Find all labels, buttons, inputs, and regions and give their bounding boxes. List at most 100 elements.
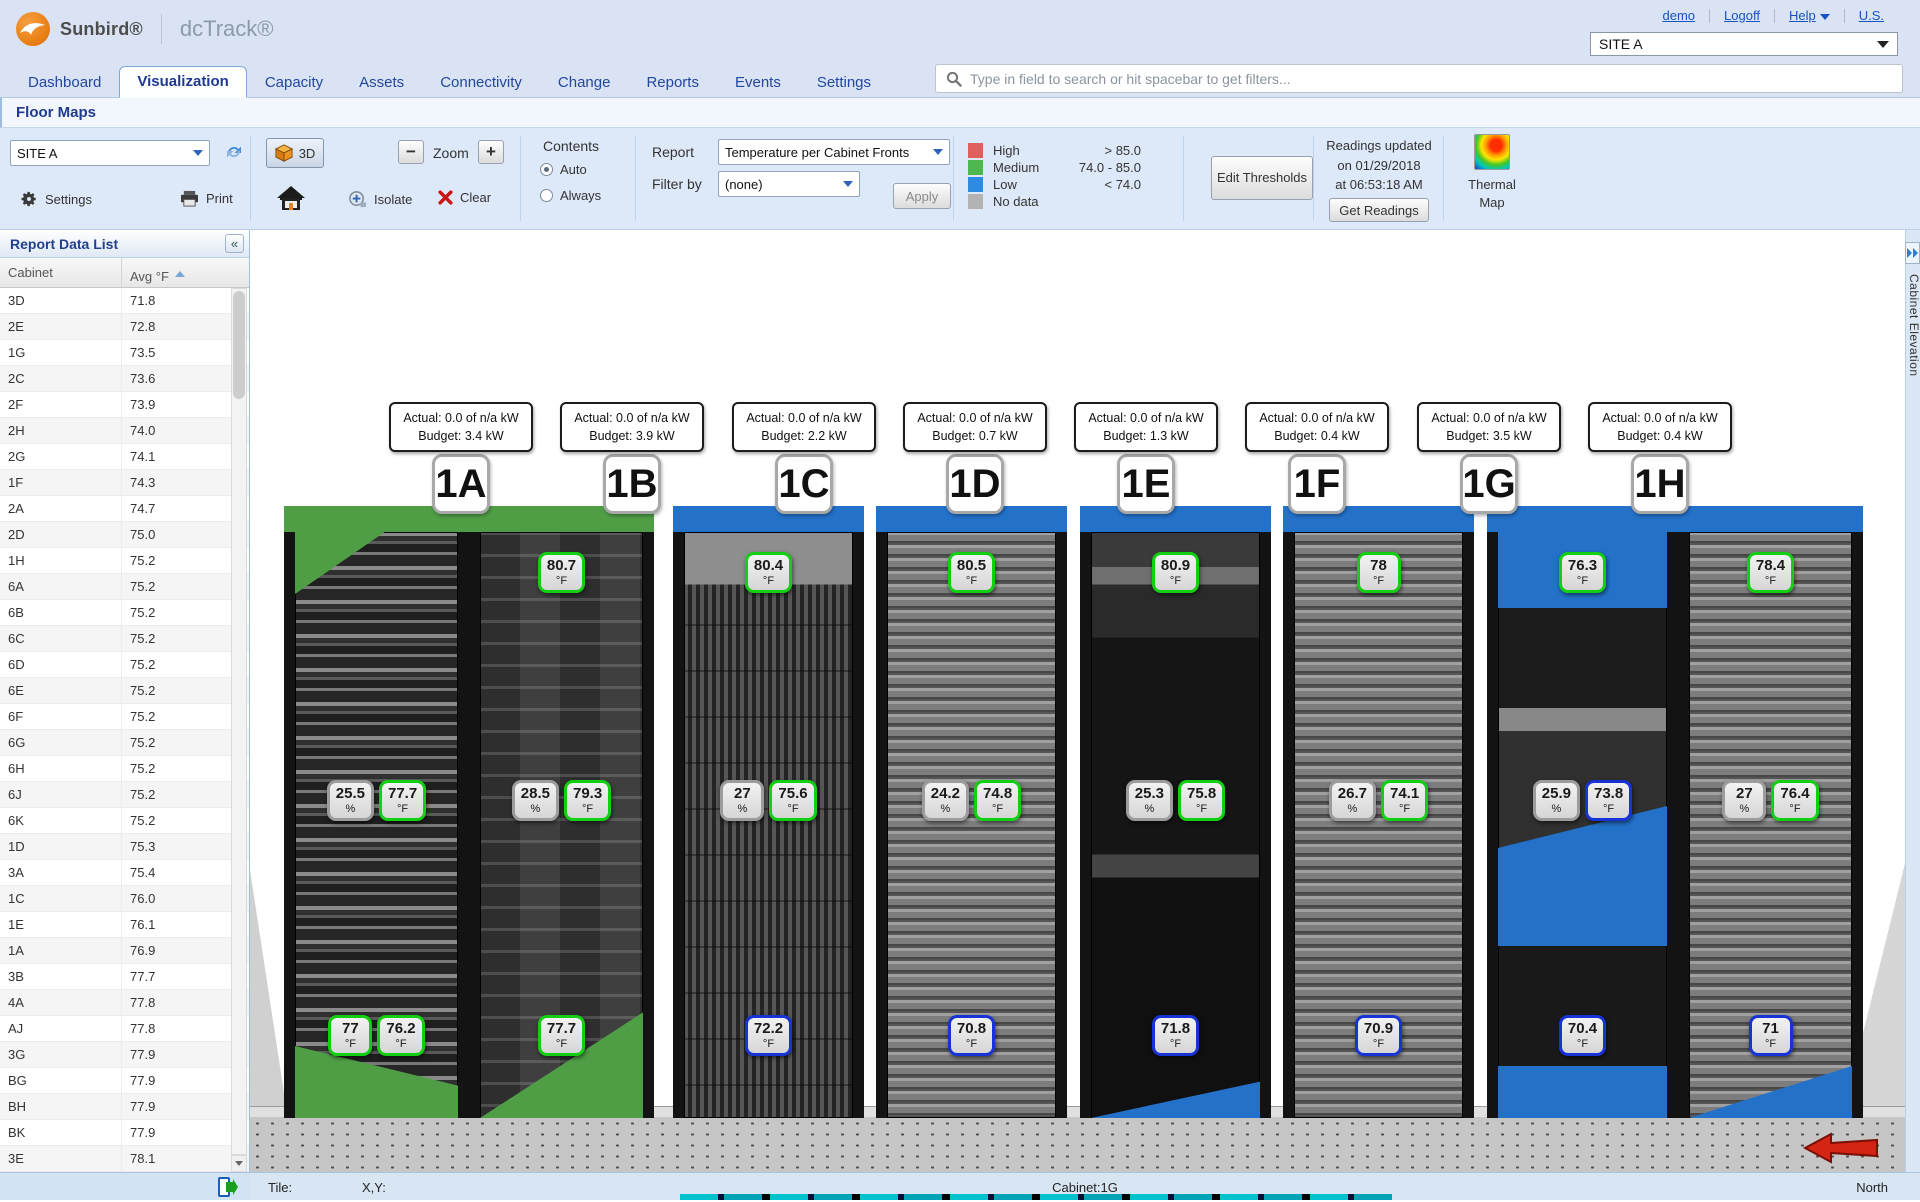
table-row[interactable]: 4A 77.8 [0, 990, 249, 1016]
scrollbar-down-button[interactable] [231, 1155, 247, 1172]
status-north-label: North [1856, 1180, 1888, 1195]
search-input[interactable] [970, 70, 1892, 87]
isolate-button[interactable]: Isolate [348, 190, 412, 209]
filter-by-select[interactable]: (none) [718, 171, 860, 197]
bottom-badge-row: 70.9 °F [1283, 1015, 1474, 1056]
zoom-out-button[interactable]: − [398, 140, 424, 164]
table-row[interactable]: 2G 74.1 [0, 444, 249, 470]
table-row[interactable]: 3B 77.7 [0, 964, 249, 990]
table-row[interactable]: 1H 75.2 [0, 548, 249, 574]
table-row[interactable]: 2D 75.0 [0, 522, 249, 548]
settings-button[interactable]: Settings [20, 190, 92, 208]
table-row[interactable]: 2A 74.7 [0, 496, 249, 522]
table-row[interactable]: 1G 73.5 [0, 340, 249, 366]
table-row[interactable]: 1C 76.0 [0, 886, 249, 912]
cabinet-tag-1f[interactable]: 1F [1288, 454, 1346, 514]
table-row[interactable]: 3G 77.9 [0, 1042, 249, 1068]
table-row[interactable]: 2C 73.6 [0, 366, 249, 392]
cell-avg: 75.2 [130, 631, 156, 646]
table-row[interactable]: 1D 75.3 [0, 834, 249, 860]
tab-visualization[interactable]: Visualization [119, 66, 247, 98]
global-search[interactable] [935, 64, 1903, 93]
edit-thresholds-button[interactable]: Edit Thresholds [1211, 156, 1313, 200]
header-link-us[interactable]: U.S. [1845, 8, 1898, 23]
contents-always-radio[interactable]: Always [540, 188, 601, 203]
table-row[interactable]: 2F 73.9 [0, 392, 249, 418]
table-row[interactable]: 6K 75.2 [0, 808, 249, 834]
cabinet-tag-1e[interactable]: 1E [1117, 454, 1175, 514]
badge-value: 73.8 [1594, 785, 1624, 802]
table-row[interactable]: 6C 75.2 [0, 626, 249, 652]
table-row[interactable]: 6E 75.2 [0, 678, 249, 704]
cabinet-1b[interactable]: 80.7 °F 28.5% 79.3 °F 77.7 °F [469, 506, 654, 1118]
table-row[interactable]: 3D 71.8 [0, 288, 249, 314]
table-row[interactable]: BH 77.9 [0, 1094, 249, 1120]
floor-map-site-select[interactable]: SITE A [10, 140, 210, 166]
table-row[interactable]: 6F 75.2 [0, 704, 249, 730]
report-select[interactable]: Temperature per Cabinet Fronts [718, 139, 950, 165]
table-row[interactable]: 3A 75.4 [0, 860, 249, 886]
get-readings-button[interactable]: Get Readings [1329, 198, 1429, 222]
table-row[interactable]: 1F 74.3 [0, 470, 249, 496]
tab-dashboard[interactable]: Dashboard [10, 67, 119, 98]
tab-reports[interactable]: Reports [628, 67, 717, 98]
expand-elevation-icon[interactable] [1905, 242, 1920, 264]
thermal-map-button[interactable]: Thermal Map [1462, 134, 1522, 211]
cabinet-1e[interactable]: 80.9 °F 25.3% 75.8 °F 71.8 °F [1080, 506, 1271, 1118]
tab-capacity[interactable]: Capacity [247, 67, 341, 98]
cabinet-tag-1a[interactable]: 1A [432, 454, 490, 514]
badge-value: 74.1 [1390, 785, 1420, 802]
table-scrollbar[interactable] [231, 288, 247, 1155]
tab-assets[interactable]: Assets [341, 67, 422, 98]
cabinet-1g[interactable]: 76.3 °F 25.9% 73.8 °F 70.4 °F [1487, 506, 1678, 1118]
table-row[interactable]: 6H 75.2 [0, 756, 249, 782]
cabinet-elevation-tab[interactable]: Cabinet Elevation [1907, 274, 1920, 377]
floor-map-canvas[interactable]: Actual: 0.0 of n/a kW Budget: 3.4 kW 1A 25.… [250, 230, 1905, 1172]
cabinet-tag-1c[interactable]: 1C [775, 454, 833, 514]
header-link-logoff[interactable]: Logoff [1710, 8, 1774, 23]
home-view-button[interactable] [276, 184, 306, 215]
refresh-icon[interactable] [222, 140, 246, 167]
contents-auto-radio[interactable]: Auto [540, 162, 587, 177]
toolbar: SITE A Settings Print 3D − Zoom + Isolat… [0, 128, 1920, 230]
table-row[interactable]: 3E 78.1 [0, 1146, 249, 1172]
table-row[interactable]: 6G 75.2 [0, 730, 249, 756]
table-row[interactable]: AJ 77.8 [0, 1016, 249, 1042]
table-row[interactable]: 6A 75.2 [0, 574, 249, 600]
cabinet-1d[interactable]: 80.5 °F 24.2% 74.8 °F 70.8 °F [876, 506, 1067, 1118]
column-header-avg[interactable]: Avg °F [122, 258, 249, 287]
table-row[interactable]: 1A 76.9 [0, 938, 249, 964]
cabinet-1f[interactable]: 78 °F 26.7% 74.1 °F 70.9 °F [1283, 506, 1474, 1118]
tab-change[interactable]: Change [540, 67, 629, 98]
table-row[interactable]: 2H 74.0 [0, 418, 249, 444]
table-row[interactable]: 2E 72.8 [0, 314, 249, 340]
cabinet-tag-1h[interactable]: 1H [1631, 454, 1689, 514]
view-3d-button[interactable]: 3D [266, 138, 324, 168]
table-row[interactable]: 6B 75.2 [0, 600, 249, 626]
table-row[interactable]: 6D 75.2 [0, 652, 249, 678]
zoom-in-button[interactable]: + [478, 140, 504, 164]
header-link-demo[interactable]: demo [1649, 8, 1710, 23]
header-link-help[interactable]: Help [1775, 8, 1844, 23]
site-select-top[interactable]: SITE A [1590, 32, 1898, 56]
table-row[interactable]: BK 77.9 [0, 1120, 249, 1146]
column-header-cabinet[interactable]: Cabinet [0, 258, 122, 287]
table-row[interactable]: 6J 75.2 [0, 782, 249, 808]
table-row[interactable]: 1E 76.1 [0, 912, 249, 938]
scrollbar-thumb[interactable] [233, 291, 245, 399]
export-button[interactable] [218, 1177, 238, 1202]
cabinet-tag-1b[interactable]: 1B [603, 454, 661, 514]
collapse-panel-button[interactable]: « [225, 234, 244, 253]
table-row[interactable]: BG 77.9 [0, 1068, 249, 1094]
tab-settings[interactable]: Settings [799, 67, 889, 98]
cabinet-1a[interactable]: 25.5% 77.7 °F 77 °F 76.2 °F [284, 506, 469, 1118]
tab-events[interactable]: Events [717, 67, 799, 98]
cabinet-tag-1g[interactable]: 1G [1460, 454, 1518, 514]
apply-button[interactable]: Apply [893, 183, 951, 209]
cabinet-1h[interactable]: 78.4 °F 27% 76.4 °F 71 °F [1678, 506, 1863, 1118]
print-button[interactable]: Print [180, 190, 233, 207]
cabinet-1c[interactable]: 80.4 °F 27% 75.6 °F 72.2 °F [673, 506, 864, 1118]
clear-button[interactable]: Clear [438, 190, 491, 205]
tab-connectivity[interactable]: Connectivity [422, 67, 540, 98]
cabinet-tag-1d[interactable]: 1D [946, 454, 1004, 514]
